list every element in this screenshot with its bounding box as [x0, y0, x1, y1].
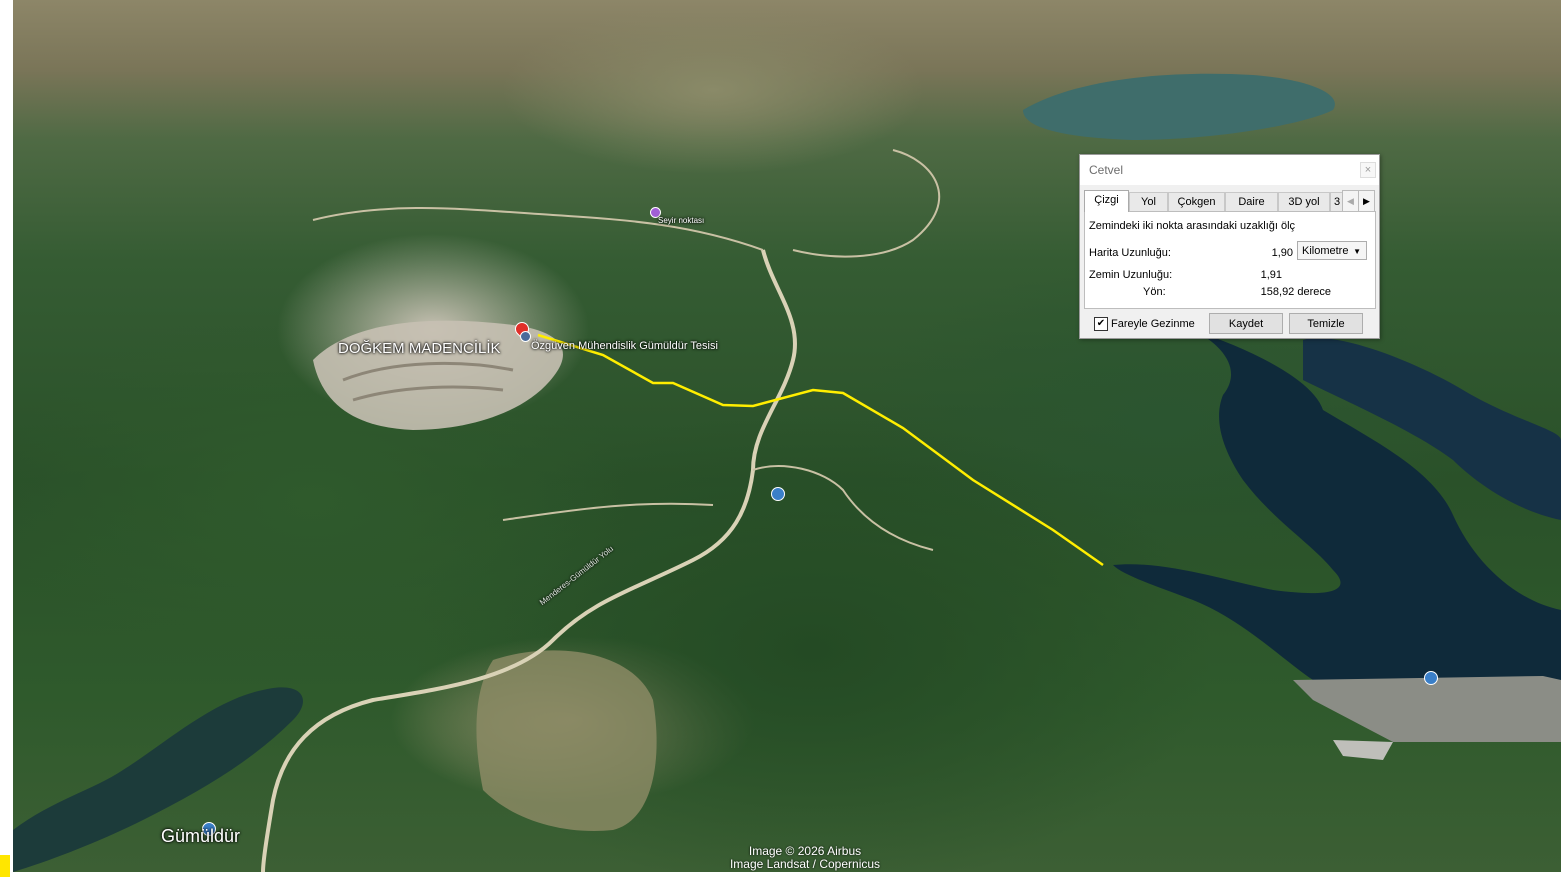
- label-town[interactable]: Gümüldür: [161, 826, 240, 847]
- tab-polygon[interactable]: Çokgen: [1168, 192, 1225, 211]
- olive-grove-area: [476, 650, 657, 831]
- imagery-attribution: Image © 2026 Airbus Image Landsat / Cope…: [705, 845, 905, 871]
- mouse-nav-checkbox[interactable]: ✔: [1094, 317, 1108, 331]
- measure-line[interactable]: [537, 333, 1104, 567]
- attribution-line-2: Image Landsat / Copernicus: [729, 857, 881, 871]
- close-icon[interactable]: ×: [1360, 162, 1376, 178]
- ground-length-label: Zemin Uzunluğu:: [1089, 269, 1173, 281]
- heading-label: Yön:: [1143, 286, 1166, 298]
- yellow-edge-marker: [0, 855, 10, 877]
- tab-line[interactable]: Çizgi: [1084, 190, 1129, 212]
- save-button[interactable]: Kaydet: [1209, 313, 1283, 334]
- heading-value: 158,92 derece: [1260, 286, 1331, 298]
- label-mining[interactable]: DOĞKEM MADENCİLİK: [338, 340, 501, 357]
- tab-3d-path[interactable]: 3D yol: [1278, 192, 1330, 211]
- label-viewpoint[interactable]: Seyir noktası: [658, 216, 704, 225]
- tab-scroll-right-icon[interactable]: ▶: [1358, 190, 1375, 213]
- left-river: [13, 687, 303, 872]
- label-facility[interactable]: Özgüven Mühendislik Gümüldür Tesisi: [531, 340, 718, 352]
- unit-select-value: Kilometre: [1302, 245, 1349, 257]
- chevron-down-icon: ▼: [1353, 247, 1361, 256]
- ruler-line-panel: Zemindeki iki nokta arasındaki uzaklığı …: [1084, 211, 1376, 309]
- ruler-dialog[interactable]: Cetvel × Çizgi Yol Çokgen Daire 3D yol 3…: [1079, 154, 1380, 339]
- reservoir-water: [1113, 330, 1561, 680]
- dam-structure: [1293, 676, 1561, 760]
- map-length-value: 1,90: [1271, 247, 1293, 259]
- satellite-map-view[interactable]: DOĞKEM MADENCİLİK Özgüven Mühendislik Gü…: [13, 0, 1561, 872]
- map-terrain-overlay: [13, 73, 1561, 872]
- poi-marker-icon[interactable]: [771, 487, 785, 501]
- map-length-label: Harita Uzunluğu:: [1089, 247, 1171, 259]
- tab-path[interactable]: Yol: [1129, 192, 1168, 211]
- ruler-title: Cetvel: [1089, 163, 1124, 177]
- ruler-description: Zemindeki iki nokta arasındaki uzaklığı …: [1089, 220, 1296, 232]
- tab-circle[interactable]: Daire: [1225, 192, 1278, 211]
- mouse-nav-label[interactable]: Fareyle Gezinme: [1111, 318, 1195, 330]
- ground-length-value: 1,91: [1260, 269, 1282, 281]
- unit-select[interactable]: Kilometre ▼: [1297, 241, 1367, 260]
- distant-lake: [1023, 73, 1335, 140]
- clear-button[interactable]: Temizle: [1289, 313, 1363, 334]
- tab-scroll-left-icon[interactable]: ◀: [1342, 190, 1359, 213]
- ruler-footer: ✔ Fareyle Gezinme Kaydet Temizle: [1080, 312, 1379, 336]
- dam-marker-icon[interactable]: [1424, 671, 1438, 685]
- ruler-titlebar[interactable]: Cetvel ×: [1080, 155, 1379, 185]
- ruler-tabs: Çizgi Yol Çokgen Daire 3D yol 3 ◀ ▶: [1084, 190, 1375, 213]
- facility-marker-icon[interactable]: [520, 331, 531, 342]
